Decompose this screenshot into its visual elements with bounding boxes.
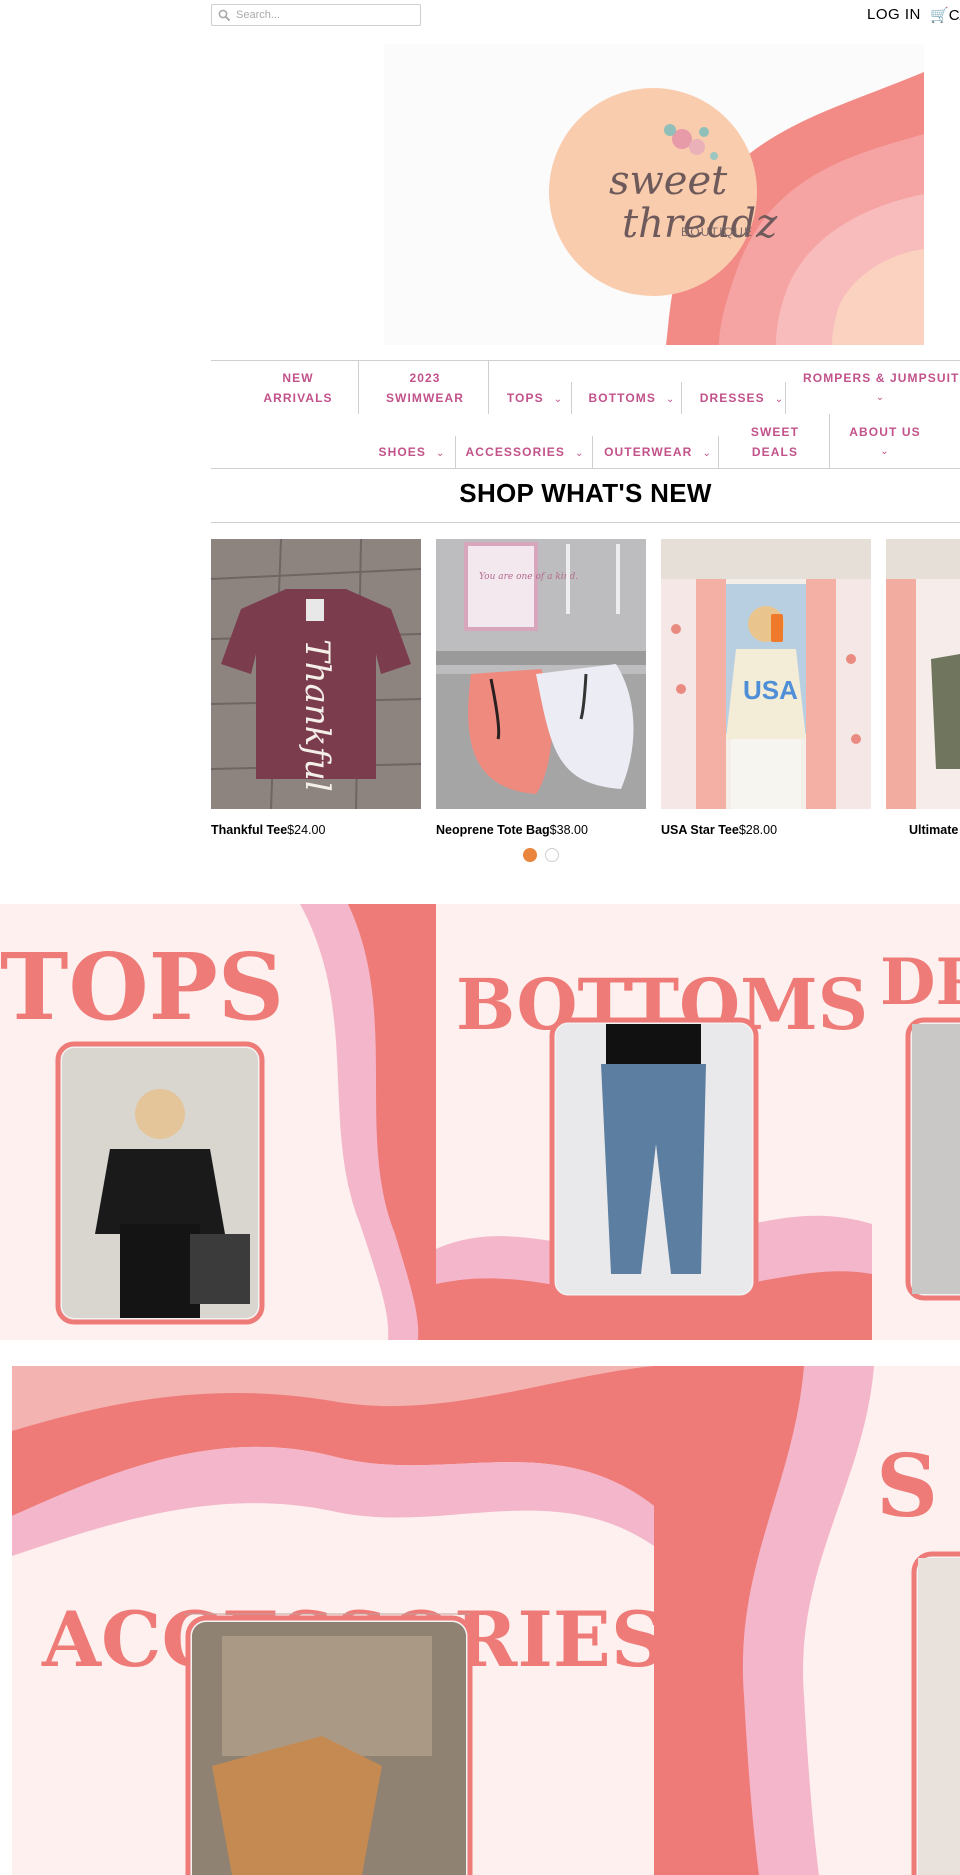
nav-label: BOTTOMS xyxy=(588,391,656,405)
product-price: $38.00 xyxy=(549,823,588,837)
nav-divider xyxy=(455,436,456,468)
product-label[interactable]: Ultimate C xyxy=(909,823,960,837)
logo-text-boutique: BOUTIQUE xyxy=(681,225,753,239)
nav-label: DEALS xyxy=(751,445,799,459)
product-name: USA Star Tee xyxy=(661,823,739,837)
category-banner-dresses[interactable]: DR xyxy=(872,904,960,1340)
section-divider xyxy=(211,522,960,523)
login-link[interactable]: LOG IN xyxy=(867,6,921,23)
logo-text-threadz: threadz xyxy=(622,201,778,247)
nav-accessories[interactable]: ACCESSORIES ⌄ xyxy=(465,442,585,464)
nav-sweet-deals[interactable]: SWEET DEALS xyxy=(735,422,815,462)
product-price: $28.00 xyxy=(738,823,778,837)
chevron-down-icon: ⌄ xyxy=(702,448,712,459)
nav-label: ACCESSORIES xyxy=(465,445,565,459)
nav-tops[interactable]: TOPS ⌄ xyxy=(500,388,570,410)
chevron-down-icon: ⌄ xyxy=(875,392,886,403)
category-banner-accessories[interactable]: ACCESSORIES xyxy=(12,1366,654,1875)
nav-about-us[interactable]: ABOUT US ⌄ xyxy=(840,422,930,462)
nav-label: OUTERWEAR xyxy=(604,445,693,459)
section-title: SHOP WHAT'S NEW xyxy=(459,478,712,508)
nav-dresses[interactable]: DRESSES ⌄ xyxy=(692,388,792,410)
nav-divider xyxy=(829,414,830,468)
chevron-down-icon: ⌄ xyxy=(574,448,585,459)
store-logo[interactable]: sweet threadz BOUTIQUE xyxy=(384,44,924,345)
nav-label: ABOUT US xyxy=(849,425,921,439)
product-price: $24.00 xyxy=(287,823,326,837)
nav-bottom-border xyxy=(211,468,960,469)
cart-link[interactable]: 🛒CA xyxy=(930,6,960,24)
search-input[interactable] xyxy=(236,7,416,23)
product-image-ultimate[interactable] xyxy=(886,539,960,809)
logo-text-sweet: sweet xyxy=(609,158,728,204)
nav-label: SHOES xyxy=(378,445,427,459)
category-banner-tops[interactable]: TOPS xyxy=(0,904,436,1340)
category-title: S xyxy=(876,1436,938,1537)
category-banner-shoes[interactable]: S xyxy=(654,1366,960,1875)
product-label[interactable]: Thankful Tee$24.00 xyxy=(211,823,325,837)
nav-divider xyxy=(592,436,593,468)
search-icon xyxy=(218,9,231,22)
product-image-thankful-tee[interactable]: Thankful xyxy=(211,539,421,809)
shirt-print-text: Thankful xyxy=(297,639,337,792)
chevron-down-icon: ⌄ xyxy=(774,394,785,405)
chevron-down-icon: ⌄ xyxy=(880,446,890,457)
category-banner-bottoms[interactable]: BOTTOMS xyxy=(436,904,872,1340)
nav-shoes[interactable]: SHOES ⌄ xyxy=(372,442,452,464)
carousel-dot[interactable] xyxy=(545,848,559,862)
nav-divider xyxy=(358,360,359,414)
product-label[interactable]: USA Star Tee$28.00 xyxy=(661,823,777,837)
search-box[interactable] xyxy=(211,4,421,26)
carousel-dot-active[interactable] xyxy=(523,848,537,862)
shirt-print-text: USA xyxy=(743,675,798,705)
category-title: DR xyxy=(880,945,960,1020)
nav-label: NEW xyxy=(282,371,314,385)
nav-divider xyxy=(681,382,682,414)
nav-new-arrivals[interactable]: NEW ARRIVALS xyxy=(248,368,348,408)
cart-icon: 🛒 xyxy=(930,7,949,24)
chevron-down-icon: ⌄ xyxy=(436,448,446,459)
nav-label: DRESSES xyxy=(699,391,765,405)
sign-text: You are one of a kind. xyxy=(479,572,578,582)
product-name: Ultimate C xyxy=(909,823,960,837)
nav-label: 2023 xyxy=(409,371,441,385)
cart-label: CA xyxy=(948,7,960,24)
nav-label: ARRIVALS xyxy=(263,391,333,405)
product-name: Neoprene Tote Bag xyxy=(436,823,550,837)
product-label[interactable]: Neoprene Tote Bag$38.00 xyxy=(436,823,588,837)
chevron-down-icon: ⌄ xyxy=(553,394,564,405)
nav-label: ROMPERS & JUMPSUITS xyxy=(803,371,960,385)
category-title: TOPS xyxy=(0,933,284,1041)
product-image-usa-star-tee[interactable]: USA xyxy=(661,539,871,809)
nav-top-border xyxy=(211,360,960,361)
nav-label: SWEET xyxy=(750,425,800,439)
nav-label: TOPS xyxy=(506,391,544,405)
nav-divider xyxy=(571,382,572,414)
nav-bottoms[interactable]: BOTTOMS ⌄ xyxy=(582,388,682,410)
product-image-neoprene-tote[interactable]: You are one of a kind. xyxy=(436,539,646,809)
chevron-down-icon: ⌄ xyxy=(666,394,676,405)
nav-label: SWIMWEAR xyxy=(385,391,465,405)
nav-2023-swimwear[interactable]: 2023 SWIMWEAR xyxy=(375,368,475,408)
nav-divider xyxy=(785,382,786,414)
nav-divider xyxy=(718,436,719,468)
product-name: Thankful Tee xyxy=(211,823,288,837)
nav-rompers-jumpsuits[interactable]: ROMPERS & JUMPSUITS ⌄ xyxy=(803,368,960,408)
nav-outerwear[interactable]: OUTERWEAR ⌄ xyxy=(603,442,713,464)
nav-divider xyxy=(488,360,489,414)
